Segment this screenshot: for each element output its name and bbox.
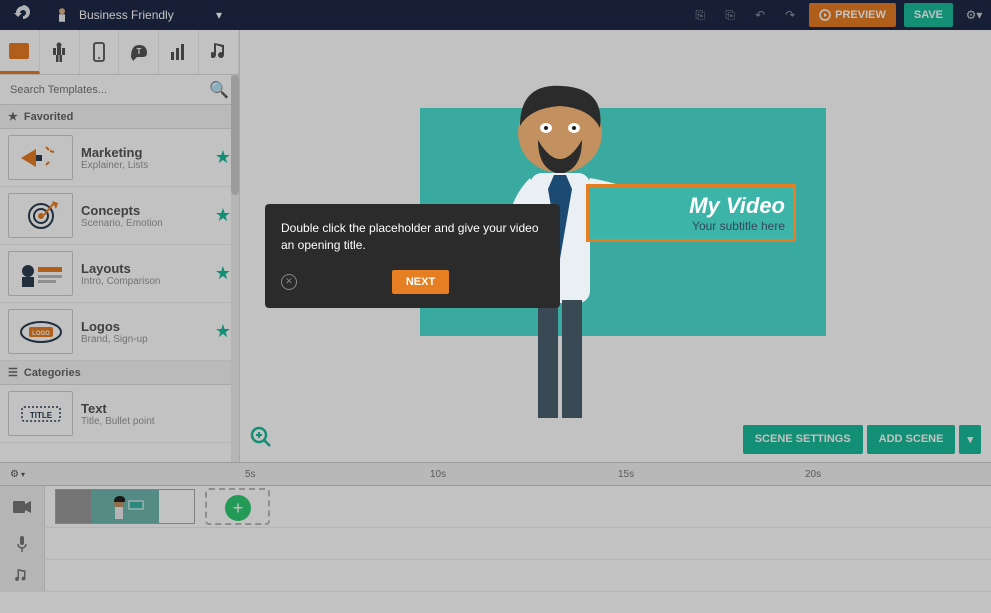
theme-selector[interactable]: Business Friendly ▾ bbox=[45, 6, 230, 24]
add-scene-timeline-button[interactable]: + bbox=[225, 495, 251, 521]
search-input[interactable] bbox=[10, 84, 209, 96]
timeline-tick: 15s bbox=[618, 469, 634, 480]
template-subtitle: Brand, Sign-up bbox=[81, 334, 207, 345]
left-sidebar: T 🔍 ★ Favorited MarketingExplainer, List… bbox=[0, 30, 240, 462]
timeline-scene-clip[interactable] bbox=[55, 489, 195, 524]
tutorial-tooltip: Double click the placeholder and give yo… bbox=[265, 204, 560, 308]
timeline-tick: 5s bbox=[245, 469, 256, 480]
title-placeholder[interactable]: My Video Your subtitle here bbox=[586, 184, 796, 242]
timeline-tick: 10s bbox=[430, 469, 446, 480]
template-title: Logos bbox=[81, 319, 207, 334]
video-title: My Video bbox=[689, 193, 785, 219]
music-track bbox=[0, 560, 991, 592]
timeline-ruler: ⚙▾ 5s 10s 15s 20s bbox=[0, 462, 991, 486]
template-title: Layouts bbox=[81, 261, 207, 276]
undo-icon[interactable]: ↶ bbox=[745, 0, 775, 30]
avatar-icon bbox=[53, 6, 71, 24]
svg-text:LOGO: LOGO bbox=[32, 331, 50, 337]
template-title: Marketing bbox=[81, 145, 207, 160]
toolbar-icon-1[interactable]: ⎘ bbox=[685, 0, 715, 30]
preview-button[interactable]: PREVIEW bbox=[809, 3, 896, 27]
video-subtitle: Your subtitle here bbox=[692, 219, 785, 233]
toolbar-icon-2[interactable]: ⎘ bbox=[715, 0, 745, 30]
timeline-tick: 20s bbox=[805, 469, 821, 480]
video-track-icon bbox=[0, 486, 45, 527]
template-item-logos[interactable]: LOGO LogosBrand, Sign-up ★ bbox=[0, 303, 239, 361]
template-item-layouts[interactable]: LayoutsIntro, Comparison ★ bbox=[0, 245, 239, 303]
scene-button-group: SCENE SETTINGS ADD SCENE ▾ bbox=[743, 425, 981, 454]
top-bar: Business Friendly ▾ ⎘ ⎘ ↶ ↷ PREVIEW SAVE… bbox=[0, 0, 991, 30]
tab-props[interactable] bbox=[80, 30, 120, 74]
template-item-text[interactable]: TITLE TextTitle, Bullet point bbox=[0, 385, 239, 443]
favorite-star-icon[interactable]: ★ bbox=[215, 205, 231, 226]
list-icon: ☰ bbox=[8, 366, 18, 379]
zoom-in-icon[interactable] bbox=[250, 426, 272, 454]
tab-text[interactable]: T bbox=[119, 30, 159, 74]
timeline-tracks: + bbox=[0, 486, 991, 613]
tab-audio[interactable] bbox=[199, 30, 239, 74]
add-scene-button[interactable]: ADD SCENE bbox=[867, 425, 956, 454]
template-thumb bbox=[8, 135, 73, 180]
tab-templates[interactable] bbox=[0, 30, 40, 74]
voice-track bbox=[0, 528, 991, 560]
redo-icon[interactable]: ↷ bbox=[775, 0, 805, 30]
settings-gear-icon[interactable]: ⚙▾ bbox=[957, 8, 991, 22]
theme-label: Business Friendly bbox=[79, 8, 174, 22]
template-subtitle: Scenario, Emotion bbox=[81, 218, 207, 229]
svg-text:T: T bbox=[136, 47, 141, 56]
video-track: + bbox=[0, 486, 991, 528]
favorite-star-icon[interactable]: ★ bbox=[215, 263, 231, 284]
tooltip-message: Double click the placeholder and give yo… bbox=[281, 220, 544, 254]
categories-header: ☰ Categories bbox=[0, 361, 239, 385]
search-icon[interactable]: 🔍 bbox=[209, 80, 229, 100]
mic-icon bbox=[0, 528, 45, 559]
search-row: 🔍 bbox=[0, 75, 239, 105]
app-logo[interactable] bbox=[0, 3, 45, 27]
template-subtitle: Intro, Comparison bbox=[81, 276, 207, 287]
template-item-marketing[interactable]: MarketingExplainer, Lists ★ bbox=[0, 129, 239, 187]
template-item-concepts[interactable]: ConceptsScenario, Emotion ★ bbox=[0, 187, 239, 245]
tooltip-next-button[interactable]: NEXT bbox=[392, 270, 449, 294]
scene-settings-button[interactable]: SCENE SETTINGS bbox=[743, 425, 863, 454]
star-icon: ★ bbox=[8, 110, 18, 123]
favorite-star-icon[interactable]: ★ bbox=[215, 147, 231, 168]
save-button[interactable]: SAVE bbox=[904, 3, 953, 27]
tab-character[interactable] bbox=[40, 30, 80, 74]
tab-chart[interactable] bbox=[159, 30, 199, 74]
template-title: Text bbox=[81, 401, 231, 416]
sidebar-scroll-thumb[interactable] bbox=[231, 75, 239, 195]
play-icon bbox=[819, 9, 831, 21]
template-subtitle: Explainer, Lists bbox=[81, 160, 207, 171]
template-thumb: TITLE bbox=[8, 391, 73, 436]
template-title: Concepts bbox=[81, 203, 207, 218]
add-scene-dropdown[interactable]: ▾ bbox=[959, 425, 981, 454]
favorited-header: ★ Favorited bbox=[0, 105, 239, 129]
template-thumb bbox=[8, 251, 73, 296]
chevron-down-icon: ▾ bbox=[216, 8, 222, 22]
favorite-star-icon[interactable]: ★ bbox=[215, 321, 231, 342]
template-thumb: LOGO bbox=[8, 309, 73, 354]
sidebar-scrollbar[interactable] bbox=[231, 75, 239, 462]
music-icon bbox=[0, 560, 45, 591]
template-subtitle: Title, Bullet point bbox=[81, 416, 231, 427]
timeline-settings-icon[interactable]: ⚙▾ bbox=[0, 469, 45, 480]
tool-tabs: T bbox=[0, 30, 239, 75]
svg-text:TITLE: TITLE bbox=[29, 411, 52, 420]
template-thumb bbox=[8, 193, 73, 238]
tooltip-close-icon[interactable]: ✕ bbox=[281, 274, 297, 290]
